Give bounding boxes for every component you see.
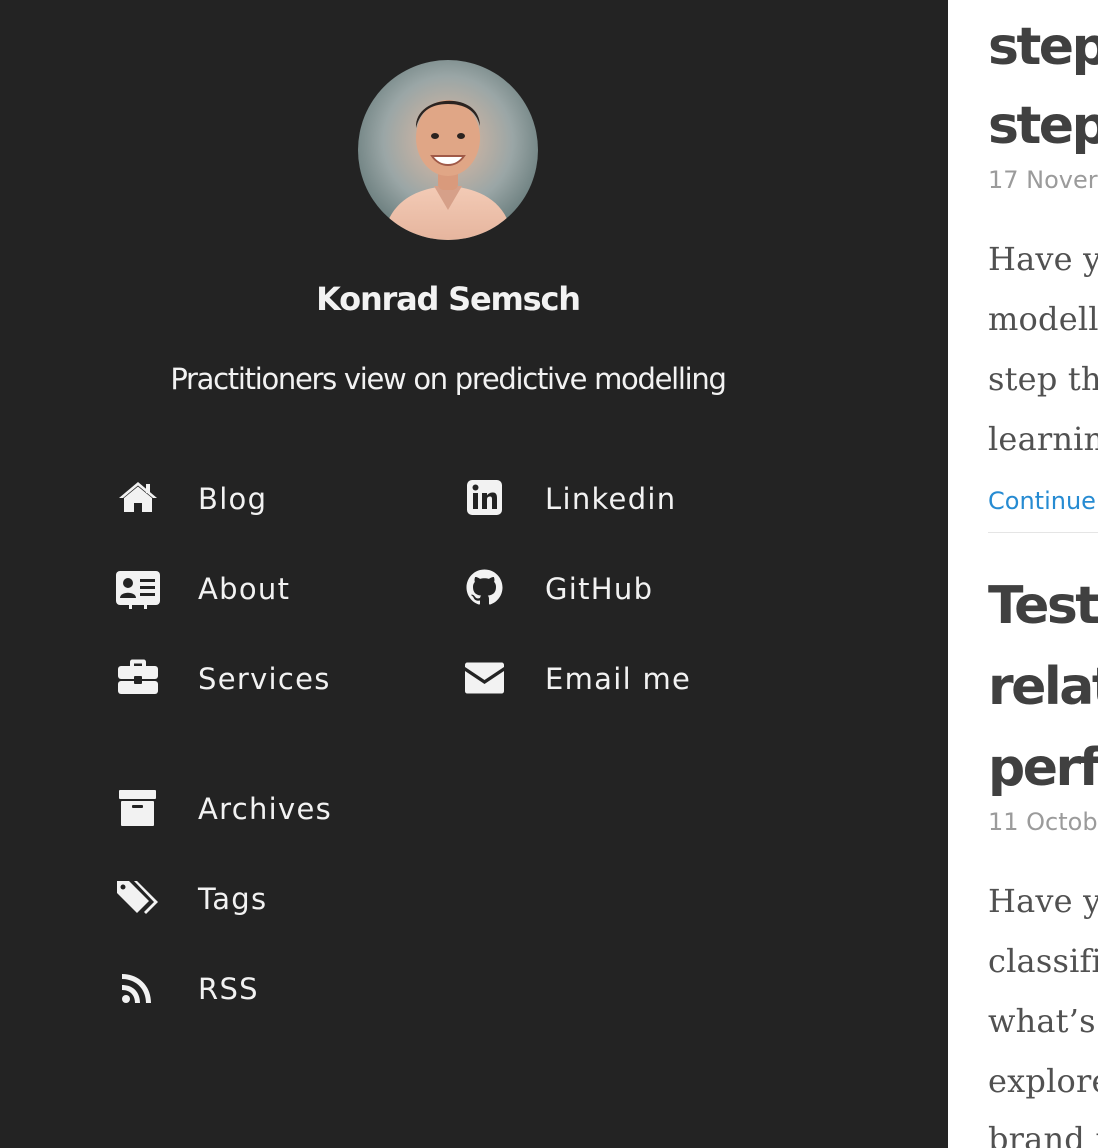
post-divider [988,532,1098,533]
post-date: 17 Nover [988,166,1098,194]
main-content: step step 17 Nover Have yo modelli step … [948,0,1098,1148]
nav-services-label: Services [198,662,331,696]
post-excerpt-line: what’s [988,1002,1096,1040]
briefcase-icon [115,656,161,702]
nav-github-label: GitHub [545,572,654,606]
post-title-line[interactable]: step [988,21,1098,73]
envelope-icon [462,656,508,702]
post-title-line[interactable]: relat [988,661,1098,713]
post-excerpt-line: classific [988,942,1098,980]
post-title-line[interactable]: step [988,100,1098,152]
site-tagline: Practitioners view on predictive modelli… [170,362,727,396]
tags-icon [115,876,161,922]
nav-tags-label: Tags [198,882,268,916]
archive-box-icon [115,786,161,832]
nav-archives-label: Archives [198,792,333,826]
nav-rss-label: RSS [198,972,259,1006]
rss-icon [115,966,161,1012]
post-excerpt-line: Have yo [988,882,1098,920]
post-title-line[interactable]: Test [988,580,1098,632]
post-title-line[interactable]: perfo [988,742,1098,794]
nav-email-label: Email me [545,662,692,696]
post-excerpt-line: brand r [988,1120,1098,1148]
linkedin-icon [462,476,508,522]
nav-about-label: About [198,572,291,606]
post-excerpt-line: explore [988,1062,1098,1100]
continue-reading-link[interactable]: Continue [988,487,1096,515]
post-excerpt-line: Have yo [988,240,1098,278]
id-card-icon [115,566,161,612]
post-excerpt-line: step th [988,360,1098,398]
sidebar: Konrad Semsch Practitioners view on pred… [0,0,948,1148]
avatar[interactable] [358,60,538,240]
post-excerpt-line: modelli [988,300,1098,338]
nav-blog-label: Blog [198,482,268,516]
nav-linkedin-label: Linkedin [545,482,677,516]
github-icon [462,566,508,612]
home-icon [115,476,161,522]
post-excerpt-line: learnin [988,420,1098,458]
post-date: 11 Octob [988,808,1098,836]
author-name: Konrad Semsch [316,280,581,318]
